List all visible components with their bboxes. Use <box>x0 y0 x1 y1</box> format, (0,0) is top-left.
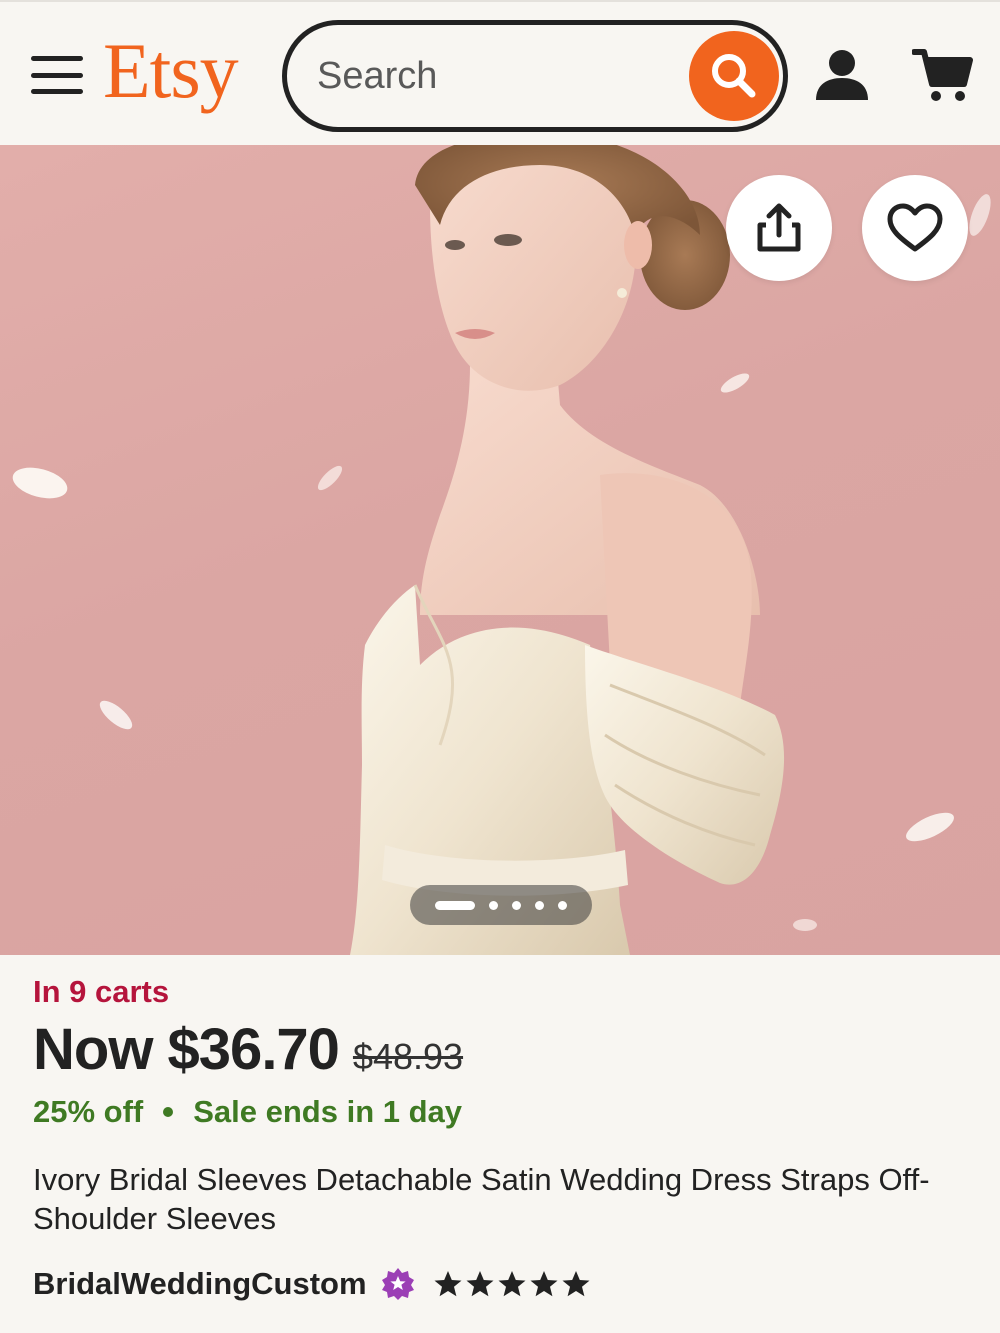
shop-row: BridalWeddingCustom <box>33 1262 591 1306</box>
price-row: Now $36.70 $48.93 <box>33 1016 463 1086</box>
search-icon <box>712 54 756 98</box>
current-price: Now $36.70 <box>33 1017 340 1082</box>
star-icon <box>530 1271 558 1297</box>
star-icon <box>498 1271 526 1297</box>
carousel-dot[interactable] <box>558 900 567 910</box>
account-button[interactable] <box>812 46 872 106</box>
user-icon <box>816 50 868 100</box>
sale-ends-label: Sale ends in 1 day <box>193 1094 463 1129</box>
star-seller-badge-icon <box>381 1268 414 1300</box>
carousel-pagination <box>410 885 592 925</box>
etsy-logo[interactable]: Etsy <box>103 32 239 110</box>
sale-info: 25% off Sale ends in 1 day <box>33 1094 462 1130</box>
search-button[interactable] <box>689 31 779 121</box>
star-icon <box>434 1271 462 1297</box>
star-icon <box>466 1271 494 1297</box>
carousel-dot-active[interactable] <box>435 900 475 910</box>
discount-label: 25% off <box>33 1094 144 1129</box>
original-price: $48.93 <box>352 1036 464 1077</box>
search-input[interactable] <box>317 47 677 105</box>
shopping-cart-icon <box>911 49 973 101</box>
share-icon <box>757 203 801 252</box>
product-photo <box>12 145 991 955</box>
carousel-dot[interactable] <box>489 900 498 910</box>
separator-dot <box>163 1106 174 1117</box>
rating-stars <box>433 1269 591 1299</box>
share-button[interactable] <box>726 175 832 281</box>
shop-name-link[interactable]: BridalWeddingCustom <box>33 1266 367 1302</box>
hamburger-menu-icon[interactable] <box>28 52 86 98</box>
heart-icon <box>887 203 943 252</box>
star-icon <box>562 1271 590 1297</box>
carousel-dot[interactable] <box>535 900 544 910</box>
product-image-carousel[interactable] <box>0 145 1000 955</box>
cart-button[interactable] <box>911 44 974 106</box>
top-nav-bar: Etsy <box>0 0 1000 145</box>
in-carts-badge: In 9 carts <box>33 974 170 1009</box>
listing-title: Ivory Bridal Sleeves Detachable Satin We… <box>33 1162 930 1236</box>
carousel-dot[interactable] <box>512 900 521 910</box>
search-bar <box>282 20 788 132</box>
favorite-button[interactable] <box>862 175 968 281</box>
